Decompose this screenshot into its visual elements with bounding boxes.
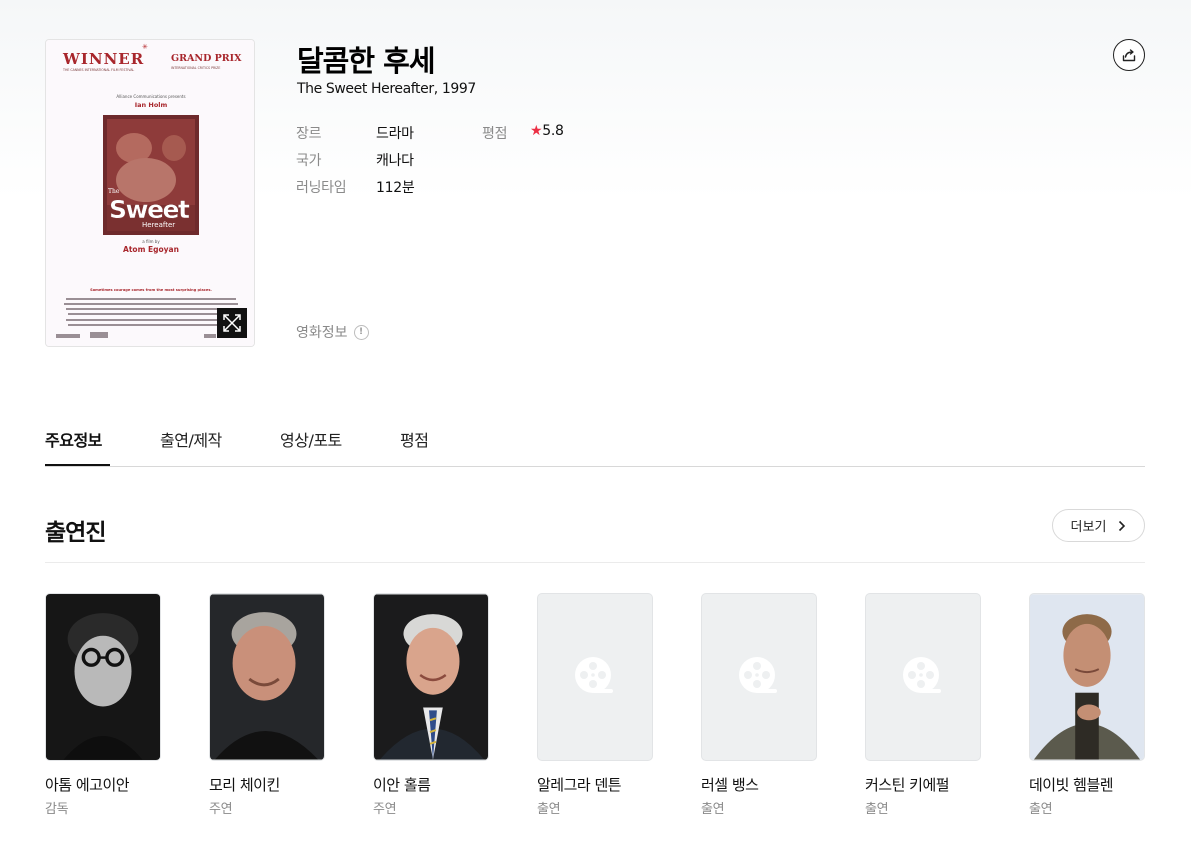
tab-video-photo[interactable]: 영상/포토 <box>280 427 342 451</box>
film-reel-icon <box>739 657 777 693</box>
cast-card[interactable]: 이안 홀름 주연 <box>373 593 489 817</box>
cast-photo <box>701 593 817 761</box>
share-icon <box>1122 49 1136 62</box>
active-tab-indicator <box>45 464 110 466</box>
country-value: 캐나다 <box>376 153 414 169</box>
expand-icon <box>223 314 241 332</box>
poster-festival-right: INTERNATIONAL CRITICS PRIZE <box>171 66 220 70</box>
poster-actor: Ian Holm <box>135 101 168 109</box>
person-photo <box>46 594 160 760</box>
person-photo <box>210 594 324 760</box>
movie-poster[interactable]: ✳ WINNER GRAND PRIX THE CANNES INTERNATI… <box>45 39 255 347</box>
share-button[interactable] <box>1113 39 1145 71</box>
poster-festival-left: THE CANNES INTERNATIONAL FILM FESTIVAL <box>62 68 134 72</box>
cast-name: 러셀 뱅스 <box>701 776 759 794</box>
person-photo <box>374 594 488 760</box>
cast-name: 아톰 에고이안 <box>45 776 130 794</box>
cast-role: 주연 <box>373 802 397 817</box>
more-button[interactable]: 더보기 <box>1052 509 1145 542</box>
poster-tagline: Sometimes courage comes from the most su… <box>90 288 212 292</box>
cast-photo <box>45 593 161 761</box>
movie-info-label: 영화정보 <box>296 325 348 341</box>
cast-role: 출연 <box>537 802 561 817</box>
star-icon: ★ <box>530 123 543 139</box>
movie-subtitle: The Sweet Hereafter, 1997 <box>297 81 476 97</box>
tab-cast-crew[interactable]: 출연/제작 <box>160 427 222 451</box>
poster-film-by: a film by <box>142 239 160 244</box>
country-label: 국가 <box>296 153 322 169</box>
genre-value: 드라마 <box>376 126 414 142</box>
cast-photo <box>537 593 653 761</box>
cast-name: 데이빗 헴블렌 <box>1029 776 1114 794</box>
runtime-value: 112분 <box>376 180 415 196</box>
cast-section-title: 출연진 <box>45 520 106 546</box>
section-divider <box>45 562 1145 563</box>
cast-card[interactable]: 러셀 뱅스 출연 <box>701 593 817 817</box>
cast-card[interactable]: 모리 체이킨 주연 <box>209 593 325 817</box>
poster-director: Atom Egoyan <box>123 245 179 254</box>
cast-role: 감독 <box>45 802 69 817</box>
genre-label: 장르 <box>296 126 322 142</box>
cast-card[interactable]: 데이빗 헴블렌 출연 <box>1029 593 1145 817</box>
cast-role: 출연 <box>701 802 725 817</box>
poster-title-sweet: Sweet <box>109 195 190 224</box>
cast-role: 출연 <box>865 802 889 817</box>
movie-info-link[interactable]: 영화정보 ! <box>296 322 369 342</box>
cast-name: 알레그라 덴튼 <box>537 776 622 794</box>
cast-photo <box>1029 593 1145 761</box>
cast-role: 주연 <box>209 802 233 817</box>
cast-name: 모리 체이킨 <box>209 776 280 794</box>
poster-presents: Alliance Communications presents <box>116 94 185 99</box>
tab-ratings[interactable]: 평점 <box>400 427 429 451</box>
cast-photo <box>865 593 981 761</box>
expand-poster-button[interactable] <box>217 308 247 338</box>
tab-main-info[interactable]: 주요정보 <box>45 427 102 451</box>
poster-winner: WINNER <box>62 50 144 68</box>
rating-label: 평점 <box>482 126 508 142</box>
runtime-label: 러닝타임 <box>296 180 347 196</box>
cast-name: 이안 홀름 <box>373 776 431 794</box>
poster-art: ✳ WINNER GRAND PRIX THE CANNES INTERNATI… <box>46 40 254 346</box>
rating-display: ★5.8 <box>530 123 564 139</box>
info-icon: ! <box>353 324 369 340</box>
chevron-right-icon <box>1119 520 1126 531</box>
cast-card[interactable]: 알레그라 덴튼 출연 <box>537 593 653 817</box>
cast-photo <box>373 593 489 761</box>
movie-title: 달콤한 후세 <box>297 44 435 78</box>
tab-bar: 주요정보 출연/제작 영상/포토 평점 <box>45 410 1145 467</box>
cast-card[interactable]: 아톰 에고이안 감독 <box>45 593 161 817</box>
cast-name: 커스틴 키에펄 <box>865 776 950 794</box>
poster-title-the: The <box>108 188 120 195</box>
rating-value: 5.8 <box>542 123 564 139</box>
cast-role: 출연 <box>1029 802 1053 817</box>
film-reel-icon <box>575 657 613 693</box>
cast-card[interactable]: 커스틴 키에펄 출연 <box>865 593 981 817</box>
person-photo <box>1030 594 1144 760</box>
more-button-label: 더보기 <box>1070 520 1107 535</box>
cast-photo <box>209 593 325 761</box>
film-reel-icon <box>903 657 941 693</box>
poster-title-hereafter: Hereafter <box>142 221 175 229</box>
poster-grand-prix: GRAND PRIX <box>171 53 242 64</box>
